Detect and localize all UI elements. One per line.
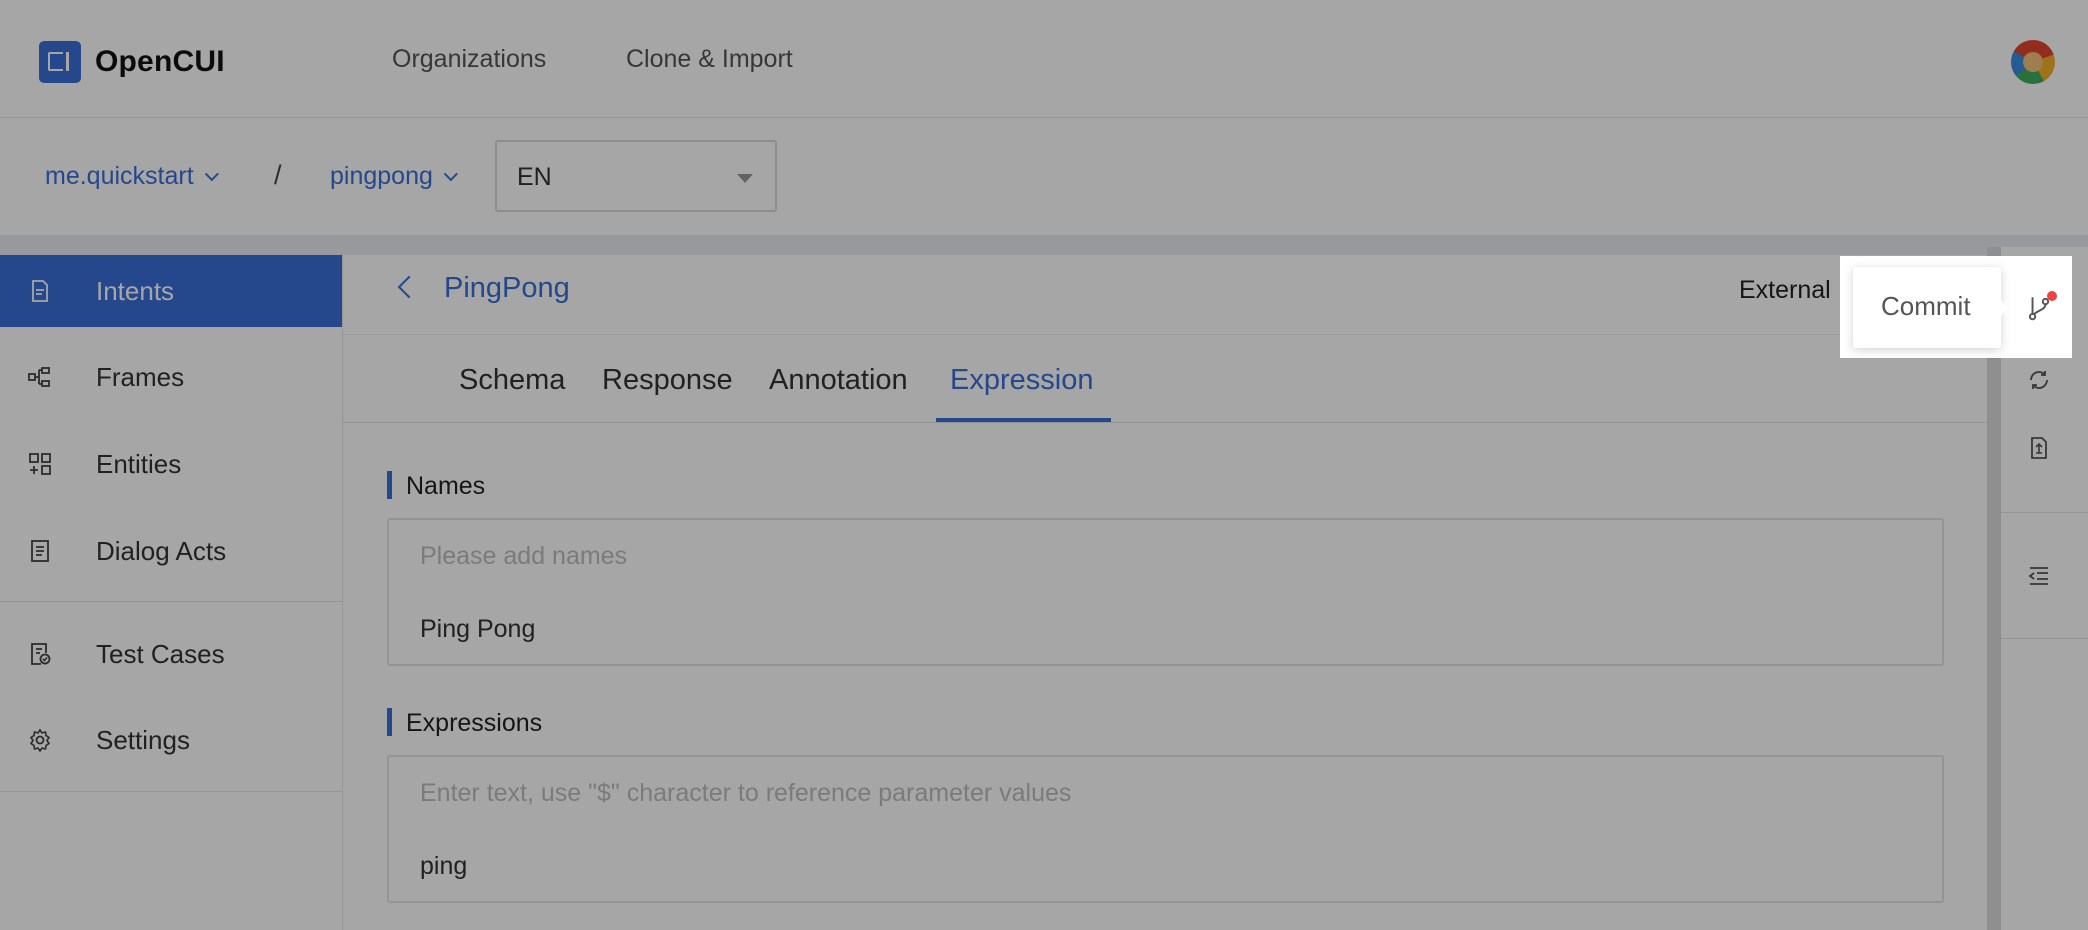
commit-tooltip-text: Commit bbox=[1881, 291, 1971, 321]
notification-dot bbox=[2047, 291, 2057, 301]
commit-tooltip[interactable]: Commit bbox=[1853, 267, 2009, 348]
dim-overlay[interactable] bbox=[0, 0, 2088, 930]
